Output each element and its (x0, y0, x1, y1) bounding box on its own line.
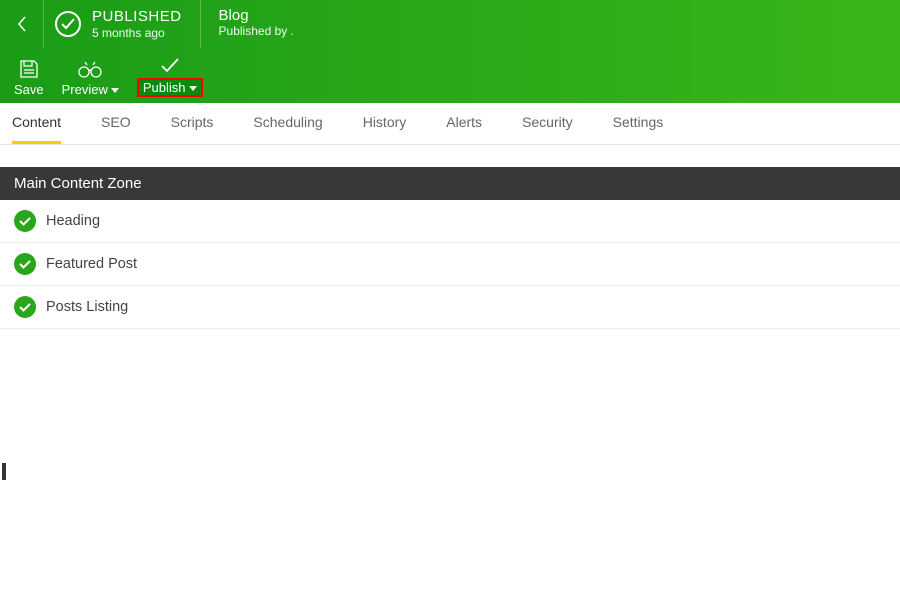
preview-label: Preview (62, 82, 119, 97)
tab-alerts[interactable]: Alerts (446, 103, 482, 144)
check-circle-icon (14, 296, 36, 318)
caret-down-icon (111, 88, 119, 93)
publish-status: PUBLISHED 5 months ago (44, 0, 201, 48)
publish-button[interactable]: Publish (135, 52, 205, 99)
check-icon (159, 56, 181, 74)
page-title: Blog (219, 7, 294, 24)
page-title-block: Blog Published by . (201, 0, 312, 48)
caret-down-icon (189, 86, 197, 91)
content-row-posts[interactable]: Posts Listing (0, 286, 900, 329)
back-button[interactable] (0, 0, 44, 48)
tab-security[interactable]: Security (522, 103, 573, 144)
save-icon (19, 59, 39, 79)
chevron-left-icon (14, 13, 30, 35)
check-circle-icon (54, 10, 82, 38)
section-header: Main Content Zone (0, 167, 900, 200)
binoculars-icon (78, 60, 102, 78)
tab-scheduling[interactable]: Scheduling (253, 103, 322, 144)
preview-button[interactable]: Preview (60, 56, 121, 99)
content-row-featured[interactable]: Featured Post (0, 243, 900, 286)
page-subtitle: Published by . (219, 24, 294, 38)
status-title: PUBLISHED (92, 8, 182, 26)
save-label: Save (14, 82, 44, 97)
tab-settings[interactable]: Settings (613, 103, 664, 144)
collapsed-panel-handle[interactable] (2, 463, 6, 480)
status-time: 5 months ago (92, 26, 182, 40)
tab-content[interactable]: Content (12, 103, 61, 144)
tab-history[interactable]: History (363, 103, 407, 144)
tab-seo[interactable]: SEO (101, 103, 131, 144)
check-circle-icon (14, 210, 36, 232)
content-row-label: Featured Post (46, 256, 137, 272)
content-row-label: Posts Listing (46, 299, 128, 315)
tabs-bar: Content SEO Scripts Scheduling History A… (0, 103, 900, 145)
save-button[interactable]: Save (12, 56, 46, 99)
publish-label: Publish (137, 78, 203, 97)
check-circle-icon (14, 253, 36, 275)
content-row-label: Heading (46, 213, 100, 229)
tab-scripts[interactable]: Scripts (171, 103, 214, 144)
content-row-heading[interactable]: Heading (0, 200, 900, 243)
